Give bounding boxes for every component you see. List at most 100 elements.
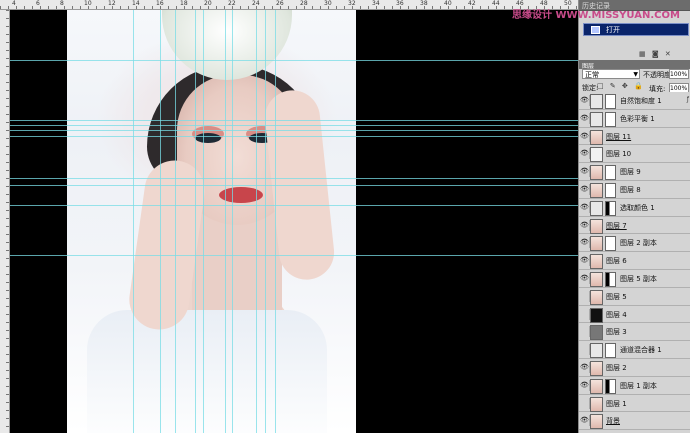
layer-effects-icon[interactable]: ƒ — [687, 96, 689, 103]
layer-name[interactable]: 通道混合器 1 — [620, 345, 662, 355]
guide-horizontal[interactable] — [10, 60, 578, 61]
guide-vertical[interactable] — [175, 10, 176, 433]
layer-row[interactable]: 👁 图层 6 — [579, 252, 690, 270]
layer-mask-thumbnail[interactable] — [605, 165, 616, 181]
visibility-eye-icon[interactable] — [580, 308, 590, 320]
layer-thumbnail[interactable] — [590, 272, 603, 287]
layer-thumbnail[interactable] — [590, 165, 603, 181]
guide-vertical[interactable] — [256, 10, 257, 433]
guide-vertical[interactable] — [225, 10, 226, 433]
guide-vertical[interactable] — [203, 10, 204, 433]
layer-name[interactable]: 图层 5 — [606, 292, 627, 302]
layer-mask-thumbnail[interactable] — [605, 236, 616, 252]
layer-thumbnail[interactable] — [590, 254, 603, 270]
layer-thumbnail[interactable] — [590, 129, 603, 145]
layer-name[interactable]: 图层 3 — [606, 327, 627, 337]
layer-row[interactable]: 👁 图层 2 — [579, 359, 690, 377]
visibility-eye-icon[interactable]: 👁 — [580, 166, 590, 178]
layer-mask-thumbnail[interactable] — [605, 272, 616, 287]
layer-row[interactable]: 👁 图层 1 副本 — [579, 377, 690, 395]
vertical-ruler[interactable] — [0, 10, 10, 433]
visibility-eye-icon[interactable]: 👁 — [580, 130, 590, 142]
layer-row[interactable]: 👁 色彩平衡 1 — [579, 110, 690, 128]
layer-thumbnail[interactable] — [590, 343, 603, 359]
guide-vertical[interactable] — [195, 10, 196, 433]
visibility-eye-icon[interactable]: 👁 — [580, 273, 590, 284]
visibility-eye-icon[interactable]: 👁 — [580, 219, 590, 231]
guide-horizontal[interactable] — [10, 255, 578, 256]
layer-mask-thumbnail[interactable] — [605, 378, 616, 394]
layer-row[interactable]: 👁 图层 7 — [579, 217, 690, 235]
visibility-eye-icon[interactable] — [580, 290, 590, 302]
layer-row[interactable]: 👁 图层 5 副本 — [579, 270, 690, 288]
layer-name[interactable]: 自然饱和度 1 — [620, 96, 662, 106]
layer-name[interactable]: 图层 5 副本 — [620, 274, 657, 284]
visibility-eye-icon[interactable]: 👁 — [580, 112, 590, 124]
layer-thumbnail[interactable] — [590, 183, 603, 198]
layer-row[interactable]: 通道混合器 1 — [579, 341, 690, 359]
guide-horizontal[interactable] — [10, 185, 578, 186]
layer-thumbnail[interactable] — [590, 94, 603, 109]
visibility-eye-icon[interactable] — [580, 397, 590, 409]
layer-name[interactable]: 图层 11 — [606, 132, 631, 142]
guide-horizontal[interactable] — [10, 125, 578, 126]
guide-vertical[interactable] — [275, 10, 276, 433]
layer-name[interactable]: 背景 — [606, 416, 620, 426]
layer-name[interactable]: 图层 7 — [606, 221, 627, 231]
layer-row[interactable]: 图层 3 — [579, 323, 690, 342]
blend-mode-select[interactable]: 正常 ▼ — [582, 69, 640, 79]
horizontal-ruler[interactable]: 4 6 8 10 12 14 16 18 20 22 24 26 28 30 32 34 36 38 40 42 44 4… — [0, 0, 578, 10]
layer-row[interactable]: 图层 4 — [579, 306, 690, 324]
visibility-eye-icon[interactable]: 👁 — [580, 184, 590, 195]
layer-thumbnail[interactable] — [590, 414, 603, 430]
history-toolbar-icons[interactable]: ▦ ◙ ✕ — [639, 50, 673, 58]
layer-thumbnail[interactable] — [590, 236, 603, 252]
layer-mask-thumbnail[interactable] — [605, 200, 616, 216]
visibility-eye-icon[interactable]: 👁 — [580, 237, 590, 249]
lock-icons[interactable]: □ ✎ ✥ 🔒 — [597, 82, 645, 90]
layer-row[interactable]: 图层 5 — [579, 288, 690, 306]
guide-horizontal[interactable] — [10, 120, 578, 121]
visibility-eye-icon[interactable]: 👁 — [580, 201, 590, 213]
layer-name[interactable]: 图层 2 — [606, 363, 627, 373]
layer-name[interactable]: 图层 1 — [606, 399, 627, 409]
layer-thumbnail[interactable] — [590, 325, 603, 341]
layer-mask-thumbnail[interactable] — [605, 94, 616, 109]
history-item-open[interactable]: 打开 — [583, 23, 689, 36]
layer-name[interactable]: 图层 4 — [606, 310, 627, 320]
visibility-eye-icon[interactable]: 👁 — [580, 148, 590, 160]
visibility-eye-icon[interactable]: 👁 — [580, 255, 590, 267]
layer-row[interactable]: 👁 自然饱和度 1 ƒ — [579, 92, 690, 110]
layer-thumbnail[interactable] — [590, 307, 603, 323]
visibility-eye-icon[interactable]: 👁 — [580, 415, 590, 427]
layer-name[interactable]: 图层 1 副本 — [620, 381, 657, 391]
guide-horizontal[interactable] — [10, 136, 578, 137]
layer-name[interactable]: 色彩平衡 1 — [620, 114, 655, 124]
guide-horizontal[interactable] — [10, 178, 578, 179]
layer-name[interactable]: 图层 2 副本 — [620, 238, 657, 248]
layer-thumbnail[interactable] — [590, 200, 603, 216]
layer-mask-thumbnail[interactable] — [605, 343, 616, 359]
layer-name[interactable]: 图层 9 — [620, 167, 641, 177]
layers-panel-header[interactable]: 图层 — [579, 60, 690, 70]
visibility-eye-icon[interactable] — [580, 344, 590, 356]
guide-vertical[interactable] — [232, 10, 233, 433]
layer-row[interactable]: 👁 图层 2 副本 — [579, 234, 690, 253]
layer-thumbnail[interactable] — [590, 147, 603, 163]
guide-horizontal[interactable] — [10, 205, 578, 206]
layer-thumbnail[interactable] — [590, 396, 603, 412]
guide-horizontal[interactable] — [10, 130, 578, 131]
layer-name[interactable]: 图层 8 — [620, 185, 641, 195]
layer-row[interactable]: 👁 图层 8 — [579, 181, 690, 199]
guide-vertical[interactable] — [160, 10, 161, 433]
visibility-eye-icon[interactable]: 👁 — [580, 362, 590, 373]
layer-mask-thumbnail[interactable] — [605, 111, 616, 127]
layer-thumbnail[interactable] — [590, 361, 603, 376]
guide-vertical[interactable] — [133, 10, 134, 433]
document-canvas[interactable] — [10, 10, 578, 433]
layer-row[interactable]: 👁 背景 — [579, 412, 690, 431]
layer-thumbnail[interactable] — [590, 111, 603, 127]
layer-name[interactable]: 选取颜色 1 — [620, 203, 655, 213]
layer-thumbnail[interactable] — [590, 218, 603, 234]
layer-row[interactable]: 图层 1 — [579, 395, 690, 413]
